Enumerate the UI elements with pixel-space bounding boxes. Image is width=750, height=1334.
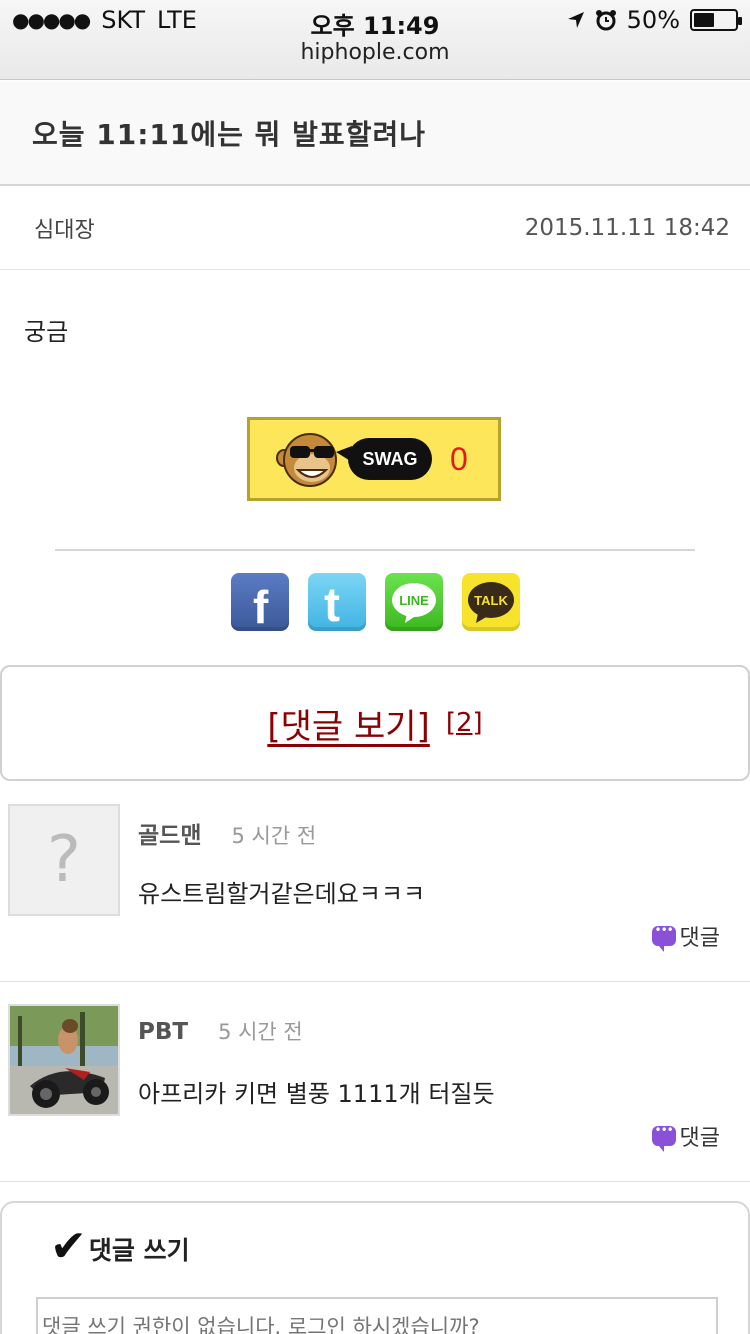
comment-text: 아프리카 키면 별풍 1111개 터질듯 xyxy=(138,1080,495,1108)
kakaotalk-icon: TALK xyxy=(468,582,514,623)
comment-header: 골드맨 5 시간 전 xyxy=(138,816,316,850)
avatar xyxy=(8,1004,120,1116)
sunglasses-monkey-icon xyxy=(276,433,337,487)
comment-time: 5 시간 전 xyxy=(218,1020,303,1044)
battery-level-fill xyxy=(694,13,714,27)
post-header: 오늘 11:11에는 뭐 발표할려나 xyxy=(0,82,750,186)
post-body: 궁금 xyxy=(24,318,69,346)
write-comment-panel: ✔ 댓글 쓰기 xyxy=(0,1201,750,1334)
alarm-clock-icon xyxy=(595,10,616,31)
location-arrow-icon xyxy=(567,12,584,28)
chat-bubble-icon xyxy=(651,923,676,952)
share-buttons: f t LINE TALK xyxy=(231,573,520,631)
swag-count: 0 xyxy=(450,440,468,477)
twitter-glyph: t xyxy=(324,579,340,631)
motorcycle-photo-avatar xyxy=(10,1006,118,1114)
avatar: ? xyxy=(8,804,120,916)
view-comments-panel: [댓글 보기] [2] xyxy=(0,665,750,781)
line-icon: LINE xyxy=(392,583,436,623)
comment-item: ? 골드맨 5 시간 전 유스트림할거같은데요ㅋㅋㅋ 댓글 xyxy=(0,782,750,982)
status-right: 50% xyxy=(567,6,742,34)
line-label: LINE xyxy=(399,593,429,608)
comment-author[interactable]: 골드맨 xyxy=(138,816,201,850)
facebook-share-button[interactable]: f xyxy=(231,573,289,631)
kakaotalk-label: TALK xyxy=(474,593,508,608)
line-share-button[interactable]: LINE xyxy=(385,573,443,631)
status-bar: ●●●●● SKT LTE 오후 11:49 50% hiphople.com xyxy=(0,0,750,80)
comment-author[interactable]: PBT xyxy=(138,1019,188,1045)
battery-icon xyxy=(690,9,742,31)
reply-label: 댓글 xyxy=(679,1126,720,1151)
default-avatar-icon: ? xyxy=(47,823,81,897)
view-comments-link[interactable]: [댓글 보기] xyxy=(267,699,429,748)
comment-item: PBT 5 시간 전 아프리카 키면 별풍 1111개 터질듯 댓글 xyxy=(0,982,750,1182)
twitter-icon: t xyxy=(324,579,340,631)
divider xyxy=(55,549,695,551)
twitter-share-button[interactable]: t xyxy=(308,573,366,631)
comment-time: 5 시간 전 xyxy=(231,824,317,848)
facebook-icon: f xyxy=(253,581,269,631)
write-comment-header: ✔ 댓글 쓰기 xyxy=(50,1225,190,1269)
reply-button[interactable]: 댓글 xyxy=(651,920,720,952)
address-bar-url[interactable]: hiphople.com xyxy=(0,40,750,65)
post-meta: 심대장 2015.11.11 18:42 xyxy=(0,186,750,270)
comment-input[interactable] xyxy=(36,1297,718,1334)
post-title: 오늘 11:11에는 뭐 발표할려나 xyxy=(32,118,426,151)
comment-count[interactable]: [2] xyxy=(446,708,483,738)
swag-button[interactable]: SWAG 0 xyxy=(247,417,501,501)
post-author[interactable]: 심대장 xyxy=(34,212,95,244)
reply-label: 댓글 xyxy=(679,926,720,951)
chat-bubble-icon xyxy=(651,1123,676,1152)
facebook-glyph: f xyxy=(253,581,269,631)
write-comment-title: 댓글 쓰기 xyxy=(88,1236,190,1265)
checkmark-icon: ✔ xyxy=(50,1221,87,1272)
comment-header: PBT 5 시간 전 xyxy=(138,1016,303,1046)
battery-percent: 50% xyxy=(626,6,680,34)
post-date: 2015.11.11 18:42 xyxy=(524,214,730,241)
swag-label: SWAG xyxy=(336,438,432,480)
kakaotalk-share-button[interactable]: TALK xyxy=(462,573,520,631)
reply-button[interactable]: 댓글 xyxy=(651,1120,720,1152)
comment-text: 유스트림할거같은데요ㅋㅋㅋ xyxy=(138,880,426,908)
